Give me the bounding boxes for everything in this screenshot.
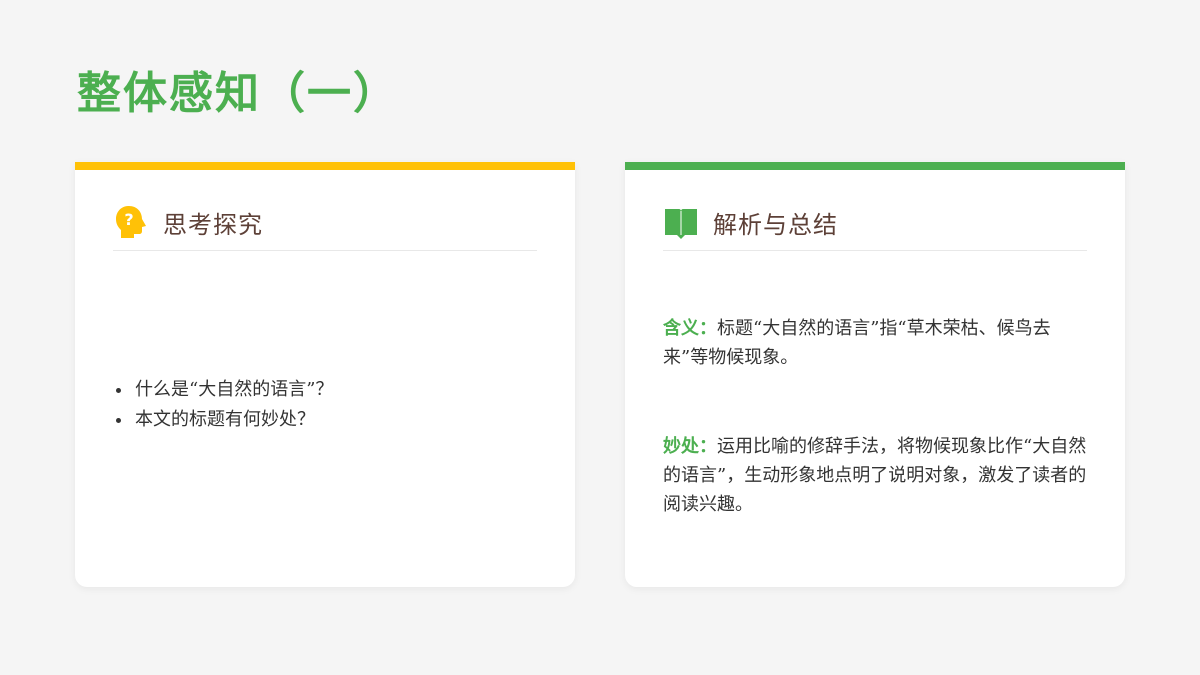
- svg-text:?: ?: [124, 210, 133, 229]
- analysis-card: 解析与总结 含义：标题“大自然的语言”指“草木荣枯、候鸟去来”等物候现象。 妙处…: [625, 162, 1125, 587]
- list-item: 什么是“大自然的语言”？: [133, 375, 333, 405]
- question-list: 什么是“大自然的语言”？ 本文的标题有何妙处？: [113, 375, 333, 435]
- meaning-label: 含义：: [663, 318, 717, 339]
- page-title: 整体感知（一）: [77, 68, 399, 119]
- thinking-card: ? 思考探究 什么是“大自然的语言”？ 本文的标题有何妙处？: [75, 162, 575, 587]
- merit-paragraph: 妙处：运用比喻的修辞手法，将物候现象比作“大自然的语言”，生动形象地点明了说明对…: [663, 432, 1087, 519]
- slide: 整体感知（一） ? 思考探究 什么是“大自然的语言”？ 本文的标题有何妙处？: [0, 0, 1200, 675]
- thinking-card-header: ? 思考探究: [113, 202, 537, 251]
- open-book-icon: [663, 204, 699, 240]
- thinking-card-heading: 思考探究: [163, 210, 263, 239]
- meaning-text: 标题“大自然的语言”指“草木荣枯、候鸟去来”等物候现象。: [663, 318, 1051, 368]
- merit-label: 妙处：: [663, 436, 717, 457]
- analysis-card-heading: 解析与总结: [713, 210, 838, 239]
- head-question-icon: ?: [113, 204, 149, 240]
- merit-text: 运用比喻的修辞手法，将物候现象比作“大自然的语言”，生动形象地点明了说明对象，激…: [663, 436, 1087, 515]
- analysis-card-header: 解析与总结: [663, 202, 1087, 251]
- list-item: 本文的标题有何妙处？: [133, 405, 333, 435]
- meaning-paragraph: 含义：标题“大自然的语言”指“草木荣枯、候鸟去来”等物候现象。: [663, 314, 1087, 372]
